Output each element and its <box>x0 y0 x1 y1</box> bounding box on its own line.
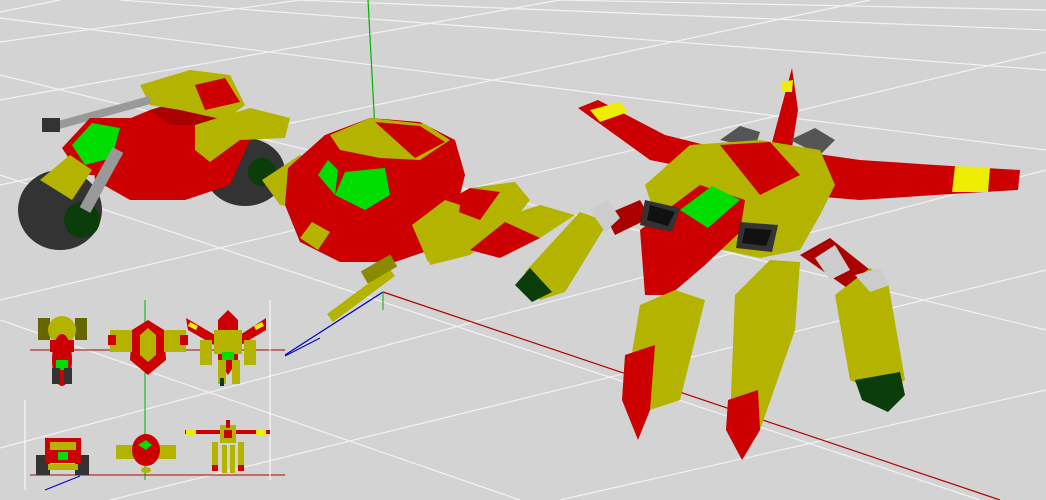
thumb-pod-top <box>108 320 188 375</box>
thumb-mech-front <box>185 420 270 473</box>
3d-viewport[interactable] <box>0 0 1046 500</box>
floor-grid <box>0 0 1046 500</box>
z-axis-line <box>284 291 384 356</box>
thumb-pod-front <box>116 434 176 473</box>
thumb-bike-top <box>38 316 87 386</box>
thumb-bike-front <box>36 438 89 475</box>
scene-canvas[interactable] <box>0 0 1046 500</box>
thumb-mech-top <box>186 310 266 386</box>
ortho-thumbnails <box>24 300 321 491</box>
hover-bike-model[interactable] <box>18 70 290 250</box>
walker-mech-model[interactable] <box>515 68 1020 460</box>
